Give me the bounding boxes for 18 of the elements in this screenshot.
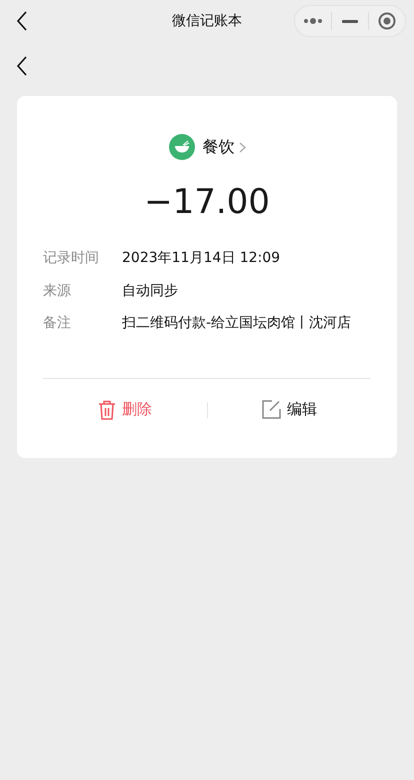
detail-value: 2023年11月14日 12:09: [122, 249, 282, 268]
detail-value: 扫二维码付款-给立国坛肉馆丨沈河店: [122, 314, 352, 333]
detail-value: 自动同步: [122, 282, 179, 300]
target-icon: [378, 12, 396, 30]
amount: −17.00: [143, 182, 271, 222]
chevron-right-icon: [238, 142, 246, 152]
trash-icon: [98, 400, 116, 420]
window-title: 微信记账本: [172, 12, 242, 30]
minimize-icon: [342, 20, 358, 22]
category-link[interactable]: 餐饮: [202, 136, 246, 158]
detail-label: 记录时间: [43, 249, 100, 268]
edit-icon: [262, 400, 281, 419]
detail-label: 备注: [43, 314, 72, 333]
edit-button[interactable]: 编辑: [208, 399, 371, 420]
more-icon: [303, 18, 323, 24]
back-icon: [16, 56, 28, 76]
detail-label: 来源: [43, 282, 72, 300]
back-icon: [16, 11, 28, 31]
